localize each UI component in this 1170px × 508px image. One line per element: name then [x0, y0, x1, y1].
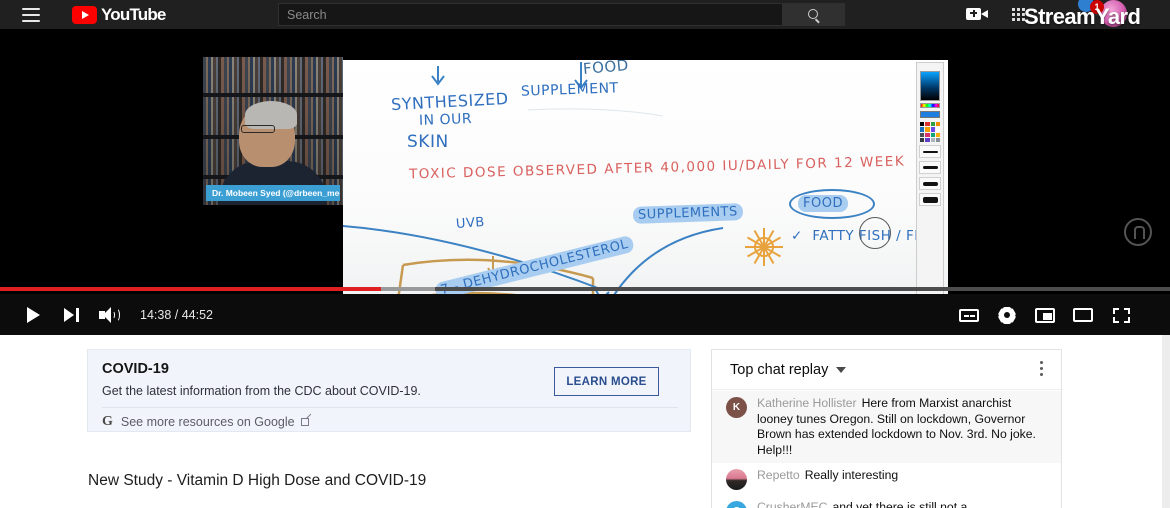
- more-options-kebab-icon[interactable]: [1040, 361, 1043, 376]
- chat-message-author: Repetto: [757, 468, 800, 482]
- list-item[interactable]: C CrusherMEC and yet there is still not a: [712, 495, 1061, 508]
- covid-card-description: Get the latest information from the CDC …: [102, 384, 421, 398]
- whiteboard-note-toxic-dose: TOXIC DOSE OBSERVED AFTER 40,000 IU/DAIL…: [408, 153, 906, 183]
- learn-more-button[interactable]: LEARN MORE: [554, 367, 659, 396]
- color-swatch-grid[interactable]: [920, 122, 940, 142]
- covid-card-title: COVID-19: [102, 361, 169, 377]
- whiteboard-note-food-top: FOOD: [582, 60, 630, 78]
- page-scrollbar[interactable]: [1162, 335, 1170, 508]
- next-video-icon: [63, 308, 79, 322]
- whiteboard-note-synthesized: SYNTHESIZED: [390, 88, 509, 115]
- brush-size-3[interactable]: [919, 177, 941, 190]
- whiteboard-note-in-our: IN OUR: [418, 111, 473, 129]
- selected-color-swatch[interactable]: [920, 111, 940, 118]
- avatar: [726, 469, 747, 490]
- color-picker-hue-strip[interactable]: [920, 103, 940, 108]
- theater-mode-icon: [1073, 308, 1093, 322]
- volume-icon: [99, 307, 120, 323]
- chat-message-body: CrusherMEC and yet there is still not a: [757, 500, 967, 508]
- chat-panel-header: Top chat replay: [712, 350, 1061, 390]
- video-stage[interactable]: Dr. Mobeen Syed (@drbeen_medi... SYNTHES…: [0, 29, 1170, 324]
- whiteboard[interactable]: SYNTHESIZED IN OUR SKIN SUPPLEMENT FOOD …: [343, 60, 948, 324]
- channel-watermark[interactable]: [1124, 218, 1152, 246]
- page-title: New Study - Vitamin D High Dose and COVI…: [88, 472, 427, 489]
- avatar: C: [726, 501, 747, 508]
- brush-size-2[interactable]: [919, 161, 941, 174]
- external-link-icon: [300, 418, 309, 426]
- chat-message-text: and yet there is still not a: [832, 500, 968, 508]
- brush-size-4[interactable]: [919, 193, 941, 206]
- youtube-play-icon: [72, 5, 97, 24]
- whiteboard-note-supplement: SUPPLEMENT: [520, 80, 619, 100]
- fullscreen-button[interactable]: [1104, 303, 1138, 327]
- chevron-down-icon[interactable]: [836, 366, 847, 373]
- chat-message-author: Katherine Hollister: [757, 396, 857, 410]
- chat-message-text: Really interesting: [804, 468, 899, 482]
- search-bar: [278, 3, 845, 26]
- covid-card-footer: G See more resources on Google: [102, 414, 309, 430]
- play-icon: [26, 307, 40, 323]
- volume-button[interactable]: [92, 303, 126, 327]
- page-content: COVID-19 Get the latest information from…: [0, 335, 1170, 508]
- chat-message-body: Katherine Hollister Here from Marxist ana…: [757, 396, 1047, 458]
- covid-card-divider: [102, 407, 678, 408]
- whiteboard-note-supplements: SUPPLEMENTS: [632, 203, 744, 224]
- search-input[interactable]: [278, 3, 783, 26]
- whiteboard-note-uvb: UVB: [455, 215, 486, 232]
- chat-mode-label: Top chat replay: [730, 361, 829, 378]
- search-button[interactable]: [783, 3, 845, 26]
- brush-size-1[interactable]: [919, 145, 941, 158]
- presenter-webcam: Dr. Mobeen Syed (@drbeen_medi...: [203, 57, 343, 205]
- miniplayer-icon: [1035, 307, 1055, 323]
- list-item[interactable]: Repetto Really interesting: [712, 463, 1061, 495]
- covid-info-card: COVID-19 Get the latest information from…: [87, 349, 691, 432]
- whiteboard-tool-palette[interactable]: [916, 62, 944, 320]
- time-display: 14:38 / 44:52: [140, 308, 213, 322]
- settings-button[interactable]: [990, 303, 1024, 327]
- chat-message-body: Repetto Really interesting: [757, 468, 898, 490]
- play-button[interactable]: [16, 303, 50, 327]
- presenter-name-label: Dr. Mobeen Syed (@drbeen_medi...: [206, 185, 340, 201]
- theater-mode-button[interactable]: [1066, 303, 1100, 327]
- youtube-wordmark: YouTube: [101, 4, 166, 24]
- closed-captions-icon: [959, 308, 979, 322]
- next-video-button[interactable]: [54, 303, 88, 327]
- settings-gear-icon: [997, 306, 1017, 324]
- list-item[interactable]: K Katherine Hollister Here from Marxist a…: [712, 391, 1061, 463]
- video-player[interactable]: Dr. Mobeen Syed (@drbeen_medi... SYNTHES…: [0, 29, 1170, 335]
- google-resources-link[interactable]: See more resources on Google: [121, 415, 309, 429]
- color-picker-gradient[interactable]: [920, 71, 940, 101]
- notification-badge: 1: [1090, 0, 1104, 14]
- hamburger-menu-icon[interactable]: [22, 7, 40, 22]
- sun-drawing: [745, 228, 783, 266]
- google-logo-icon: G: [102, 414, 113, 429]
- whiteboard-note-skin: SKIN: [407, 132, 449, 152]
- google-resources-link-label: See more resources on Google: [120, 415, 295, 429]
- progress-bar[interactable]: [0, 287, 1170, 291]
- chat-message-list[interactable]: K Katherine Hollister Here from Marxist a…: [712, 391, 1061, 508]
- avatar: K: [726, 397, 747, 418]
- youtube-header: YouTube 1 StreamYard: [0, 0, 1170, 29]
- chat-message-author: CrusherMEC: [757, 500, 828, 508]
- youtube-logo[interactable]: YouTube: [72, 5, 166, 25]
- apps-grid-icon[interactable]: [1012, 8, 1025, 21]
- avatar[interactable]: [1100, 0, 1127, 27]
- presenter-glasses: [241, 125, 275, 133]
- fullscreen-icon: [1112, 307, 1130, 323]
- progress-played: [0, 287, 382, 291]
- search-icon: [808, 9, 819, 20]
- captions-button[interactable]: [952, 303, 986, 327]
- whiteboard-cloud-outline: [789, 189, 875, 219]
- video-camera-add-icon[interactable]: [966, 7, 988, 22]
- player-control-bar: 14:38 / 44:52: [0, 287, 1170, 335]
- miniplayer-button[interactable]: [1028, 303, 1062, 327]
- whiteboard-circle: [859, 217, 891, 249]
- chat-replay-panel: Top chat replay K Katherine Hollister Her…: [711, 349, 1062, 508]
